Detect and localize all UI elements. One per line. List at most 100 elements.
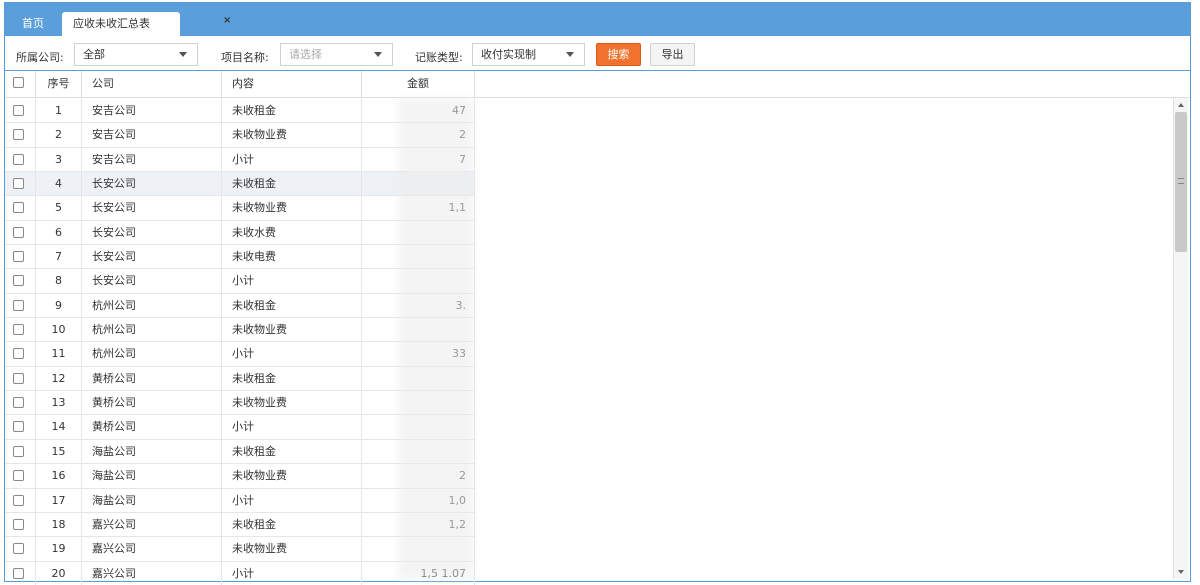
row-checkbox[interactable] bbox=[13, 105, 24, 116]
table-row[interactable]: 1 安吉公司 未收租金 47 bbox=[5, 99, 475, 124]
chevron-down-icon bbox=[566, 52, 574, 57]
row-checkbox-cell bbox=[5, 99, 36, 123]
row-checkbox[interactable] bbox=[13, 421, 24, 433]
row-checkbox[interactable] bbox=[13, 543, 24, 555]
row-company: 安吉公司 bbox=[82, 99, 222, 123]
table-row[interactable]: 4 长安公司 未收租金 bbox=[5, 172, 475, 197]
row-content: 小计 bbox=[222, 488, 362, 513]
row-company: 杭州公司 bbox=[82, 293, 222, 318]
project-filter-label: 项目名称: bbox=[221, 51, 269, 64]
vertical-scrollbar[interactable] bbox=[1173, 98, 1188, 579]
row-company: 长安公司 bbox=[82, 245, 222, 270]
row-company: 黄桥公司 bbox=[82, 415, 222, 440]
row-content: 小计 bbox=[222, 342, 362, 367]
table-row[interactable]: 11 杭州公司 小计 33 bbox=[5, 342, 475, 367]
row-company: 嘉兴公司 bbox=[82, 512, 222, 537]
row-checkbox[interactable] bbox=[13, 567, 24, 579]
search-button[interactable]: 搜索 bbox=[596, 43, 641, 66]
row-index: 7 bbox=[36, 245, 82, 270]
row-checkbox[interactable] bbox=[13, 202, 24, 214]
row-checkbox-cell bbox=[5, 245, 36, 270]
close-icon[interactable]: × bbox=[223, 16, 231, 26]
scroll-thumb[interactable] bbox=[1175, 112, 1187, 252]
row-content: 未收租金 bbox=[222, 293, 362, 318]
row-checkbox[interactable] bbox=[13, 470, 24, 482]
table-row[interactable]: 14 黄桥公司 小计 bbox=[5, 415, 475, 440]
row-content: 小计 bbox=[222, 269, 362, 294]
tab-receivables-summary[interactable]: 应收未收汇总表 × bbox=[62, 12, 231, 36]
row-checkbox-cell bbox=[5, 366, 36, 391]
row-amount: 1,1 bbox=[362, 196, 475, 221]
row-company: 长安公司 bbox=[82, 220, 222, 245]
row-index: 13 bbox=[36, 391, 82, 416]
header-content[interactable]: 内容 bbox=[222, 71, 362, 98]
row-checkbox[interactable] bbox=[13, 299, 24, 311]
select-all-checkbox[interactable] bbox=[13, 77, 24, 88]
row-checkbox[interactable] bbox=[13, 397, 24, 409]
row-amount: 2 bbox=[362, 123, 475, 148]
table-row[interactable]: 7 长安公司 未收电费 bbox=[5, 245, 475, 270]
tab-home[interactable]: 首页 bbox=[11, 12, 55, 36]
table-row[interactable]: 6 长安公司 未收水费 bbox=[5, 220, 475, 246]
scroll-up-icon[interactable] bbox=[1174, 98, 1188, 112]
row-content: 未收租金 bbox=[222, 512, 362, 537]
app-frame: 首页 应收未收汇总表 × 所属公司: 全部 项目名称: 请选择 记账类型: 收付… bbox=[4, 2, 1191, 585]
row-index: 16 bbox=[36, 464, 82, 489]
row-content: 未收租金 bbox=[222, 172, 362, 197]
row-checkbox-cell bbox=[5, 123, 36, 148]
row-content: 未收水费 bbox=[222, 220, 362, 245]
table-row[interactable]: 16 海盐公司 未收物业费 2 bbox=[5, 464, 475, 489]
row-company: 杭州公司 bbox=[82, 342, 222, 367]
table-row[interactable]: 5 长安公司 未收物业费 1,1 bbox=[5, 196, 475, 221]
row-checkbox[interactable] bbox=[13, 226, 24, 238]
table-row[interactable]: 8 长安公司 小计 bbox=[5, 269, 475, 294]
table-row[interactable]: 2 安吉公司 未收物业费 2 bbox=[5, 123, 475, 148]
scroll-down-icon[interactable] bbox=[1174, 565, 1188, 579]
row-checkbox[interactable] bbox=[13, 518, 24, 530]
row-content: 未收物业费 bbox=[222, 464, 362, 489]
row-checkbox[interactable] bbox=[13, 129, 24, 141]
row-checkbox-cell bbox=[5, 439, 36, 464]
table-row[interactable]: 15 海盐公司 未收租金 bbox=[5, 439, 475, 465]
row-checkbox[interactable] bbox=[13, 178, 24, 190]
row-company: 杭州公司 bbox=[82, 318, 222, 343]
row-checkbox[interactable] bbox=[13, 445, 24, 457]
table-row[interactable]: 9 杭州公司 未收租金 3. bbox=[5, 293, 475, 319]
row-amount bbox=[362, 439, 475, 464]
row-company: 长安公司 bbox=[82, 172, 222, 197]
project-select[interactable]: 请选择 bbox=[280, 43, 393, 66]
row-index: 8 bbox=[36, 269, 82, 294]
row-checkbox[interactable] bbox=[13, 275, 24, 287]
table-row[interactable]: 17 海盐公司 小计 1,0 bbox=[5, 488, 475, 513]
row-checkbox[interactable] bbox=[13, 494, 24, 506]
table-row[interactable]: 19 嘉兴公司 未收物业费 bbox=[5, 537, 475, 562]
row-company: 安吉公司 bbox=[82, 123, 222, 148]
row-content: 小计 bbox=[222, 415, 362, 440]
row-company: 黄桥公司 bbox=[82, 391, 222, 416]
table-row[interactable]: 10 杭州公司 未收物业费 bbox=[5, 318, 475, 343]
table-row[interactable]: 18 嘉兴公司 未收租金 1,2 bbox=[5, 512, 475, 538]
row-amount bbox=[362, 172, 475, 197]
row-checkbox[interactable] bbox=[13, 153, 24, 165]
row-checkbox[interactable] bbox=[13, 348, 24, 360]
row-checkbox-cell bbox=[5, 196, 36, 221]
export-button[interactable]: 导出 bbox=[650, 43, 695, 66]
row-checkbox-cell bbox=[5, 269, 36, 294]
row-checkbox[interactable] bbox=[13, 324, 24, 336]
row-content: 未收租金 bbox=[222, 439, 362, 464]
row-checkbox-cell bbox=[5, 561, 36, 585]
header-amount[interactable]: 金额 bbox=[362, 71, 475, 98]
row-content: 未收物业费 bbox=[222, 318, 362, 343]
company-select[interactable]: 全部 bbox=[74, 43, 198, 66]
row-content: 未收物业费 bbox=[222, 123, 362, 148]
table-row[interactable]: 3 安吉公司 小计 7 bbox=[5, 147, 475, 173]
row-content: 未收租金 bbox=[222, 99, 362, 123]
row-checkbox[interactable] bbox=[13, 251, 24, 263]
table-row[interactable]: 13 黄桥公司 未收物业费 bbox=[5, 391, 475, 416]
row-checkbox[interactable] bbox=[13, 372, 24, 384]
table-row[interactable]: 20 嘉兴公司 小计 1,5 1.07 bbox=[5, 561, 475, 585]
row-company: 嘉兴公司 bbox=[82, 537, 222, 562]
header-company[interactable]: 公司 bbox=[82, 71, 222, 98]
type-select[interactable]: 收付实现制 bbox=[472, 43, 585, 66]
table-row[interactable]: 12 黄桥公司 未收租金 bbox=[5, 366, 475, 392]
